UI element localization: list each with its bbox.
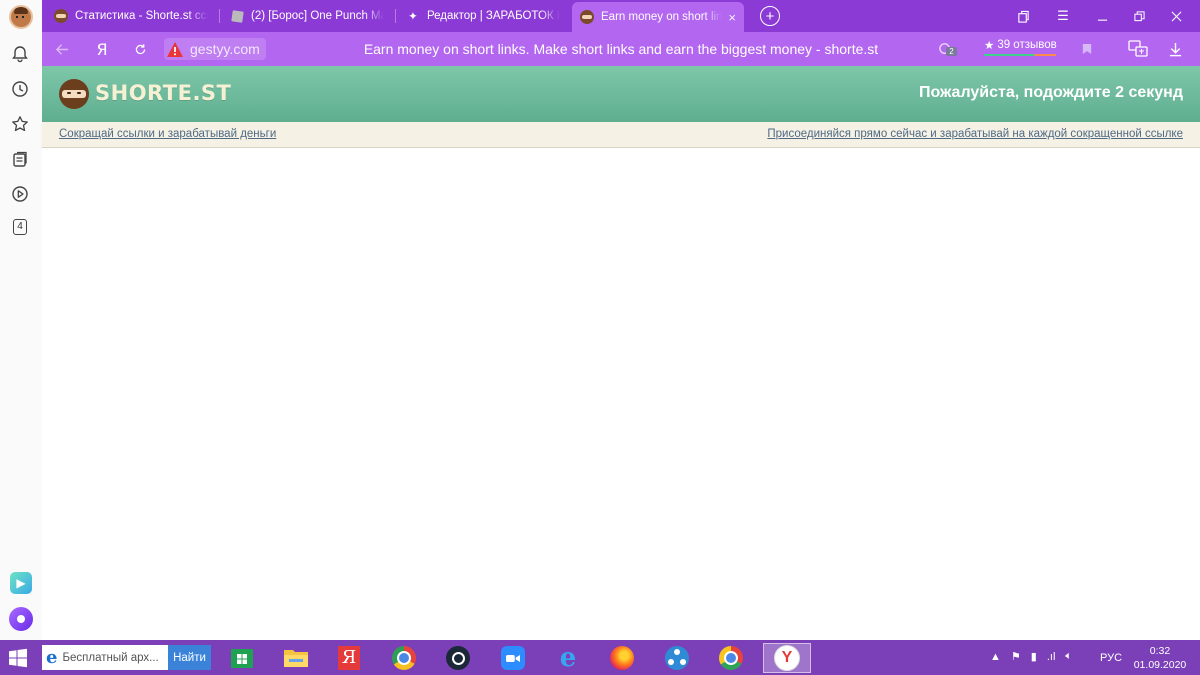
site-header: SHORTE.ST Пожалуйста, подождите 2 секунд [42, 66, 1200, 122]
tab-title: Редактор | ЗАРАБОТОК НА [427, 10, 560, 22]
tab-statistics[interactable]: Статистика - Shorte.st ссыл [46, 4, 216, 28]
join-now-link[interactable]: Присоединяйся прямо сейчас и зарабатывай… [767, 128, 1183, 140]
square-favicon-icon [230, 9, 244, 23]
star-bookmark-icon[interactable] [9, 113, 31, 135]
ninja-favicon-icon [580, 10, 594, 24]
windows-taskbar: e Бесплатный арх... Найти Я e Y ▲ ⚑ ▮ .ı… [0, 640, 1200, 675]
close-window-icon[interactable] [1165, 6, 1187, 26]
pin-tabs-icon[interactable] [1012, 6, 1034, 26]
system-tray: ▲ ⚑ ▮ .ıl 🔈︎ [990, 650, 1072, 663]
alice-messenger-icon[interactable]: ▶ [10, 572, 32, 594]
zoom-app-icon[interactable] [498, 643, 528, 673]
taskbar-search-button[interactable]: Найти [168, 645, 211, 670]
tab-title: Статистика - Shorte.st ссыл [75, 10, 208, 22]
site-logo[interactable]: SHORTE.ST [95, 81, 231, 105]
ninja-mascot-icon[interactable] [59, 79, 89, 109]
tab-editor[interactable]: ✦ Редактор | ЗАРАБОТОК НА [398, 4, 568, 28]
clock-time: 0:32 [1149, 645, 1171, 657]
battery-icon[interactable]: ▮ [1031, 650, 1037, 663]
taskbar-clock[interactable]: 0:32 01.09.2020 [1131, 644, 1189, 672]
edge-search-icon: e [46, 647, 58, 668]
yandex-browser-app-icon[interactable]: Y [763, 643, 811, 673]
file-explorer-icon[interactable] [281, 643, 311, 673]
bookmark-icon[interactable] [1076, 39, 1098, 59]
windows-start-icon[interactable] [8, 648, 28, 668]
firefox-app-icon[interactable] [607, 643, 637, 673]
reviews-button[interactable]: ★ 39 отзывов [984, 38, 1057, 52]
extension-badge: 2 [946, 47, 957, 56]
tab-one-punch-man[interactable]: (2) [Борос] One Punch Man [222, 4, 392, 28]
site-subnav: Сокращай ссылки и зарабатывай деньги При… [42, 122, 1200, 148]
sparkle-favicon-icon: ✦ [408, 11, 418, 23]
internet-explorer-icon[interactable]: e [553, 643, 583, 673]
bell-icon[interactable] [9, 43, 31, 65]
menu-icon[interactable]: ☰ [1052, 6, 1074, 26]
star-icon: ★ [984, 40, 995, 52]
clock-date: 01.09.2020 [1133, 659, 1187, 671]
url-field[interactable]: gestyy.com [164, 38, 266, 60]
alice-assistant-icon[interactable] [9, 607, 33, 631]
yandex-logo-icon[interactable]: Я [92, 39, 112, 59]
volume-icon[interactable]: 🔈︎ [1065, 650, 1072, 663]
page-content-area [42, 148, 1200, 640]
steam-app-icon[interactable] [443, 643, 473, 673]
url-text: gestyy.com [190, 41, 260, 57]
chrome-app-icon[interactable] [716, 643, 746, 673]
flag-icon[interactable]: ⚑ [1011, 650, 1021, 663]
show-hidden-icons-icon[interactable]: ▲ [990, 651, 1001, 663]
address-bar-row: Я gestyy.com Earn money on short links. … [42, 32, 1200, 66]
signal-icon[interactable]: .ıl [1047, 651, 1056, 663]
store-app-icon[interactable] [227, 643, 257, 673]
taskbar-search-input[interactable]: e Бесплатный арх... [42, 645, 168, 670]
browser-sidebar: 4 ▶ [0, 0, 43, 640]
translate-icon[interactable] [1127, 39, 1149, 59]
ninja-favicon-icon [54, 9, 68, 23]
language-indicator[interactable]: РУС [1100, 652, 1122, 664]
reload-icon[interactable] [130, 39, 150, 59]
yandex-app-icon[interactable]: Я [334, 643, 364, 673]
tab-title: (2) [Борос] One Punch Man [251, 10, 384, 22]
tab-title: Earn money on short links [601, 11, 723, 23]
wait-message: Пожалуйста, подождите 2 секунд [918, 84, 1183, 101]
user-avatar[interactable] [9, 5, 33, 29]
history-clock-icon[interactable] [9, 78, 31, 100]
reviews-count: 39 отзывов [997, 39, 1057, 51]
tab-earn-money-active[interactable]: Earn money on short links × [572, 2, 744, 32]
shorten-links-link[interactable]: Сокращай ссылки и зарабатывай деньги [59, 128, 276, 140]
restore-icon[interactable] [1128, 6, 1150, 26]
notes-icon[interactable] [9, 148, 31, 170]
search-placeholder: Бесплатный арх... [62, 651, 159, 664]
close-tab-icon[interactable]: × [728, 10, 736, 25]
chromium-app-icon[interactable] [389, 643, 419, 673]
rating-bar [984, 54, 1056, 56]
minimize-icon[interactable] [1091, 6, 1113, 26]
warning-icon [167, 41, 183, 57]
back-arrow-icon[interactable] [52, 39, 72, 59]
tabs-count-icon[interactable]: 4 [13, 219, 27, 235]
download-icon[interactable] [1164, 39, 1186, 59]
new-tab-button[interactable]: + [760, 6, 780, 26]
network-app-icon[interactable] [662, 643, 692, 673]
play-icon[interactable] [9, 183, 31, 205]
tab-strip: Статистика - Shorte.st ссыл (2) [Борос] … [42, 0, 1200, 32]
